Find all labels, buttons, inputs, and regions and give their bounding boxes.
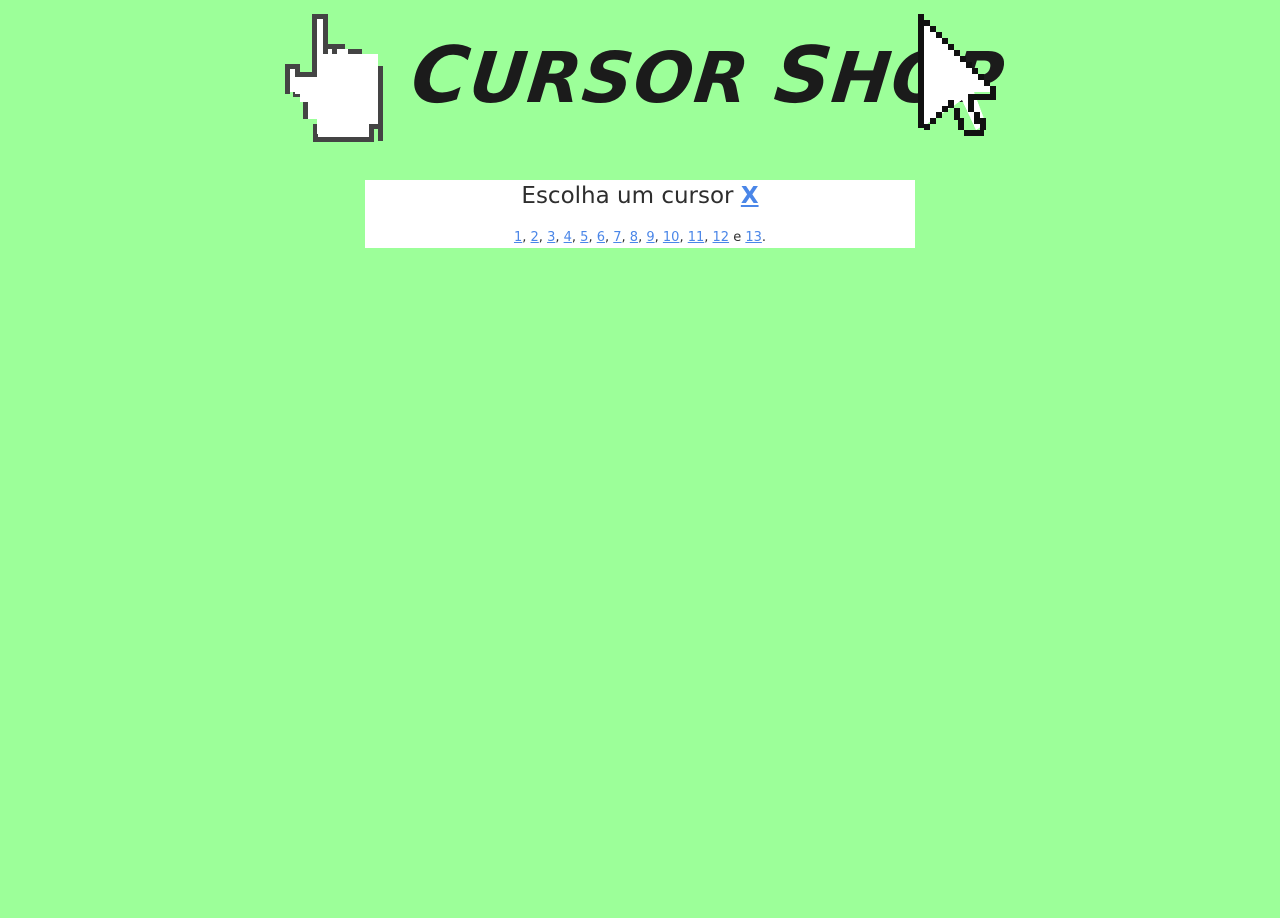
cursor-selection-panel: Escolha um cursor X 1, 2, 3, 4, 5, 6, 7,… <box>365 180 915 248</box>
end-punctuation: . <box>761 230 767 245</box>
cursor-link-1[interactable]: 1 <box>514 230 522 245</box>
cursor-link-11[interactable]: 11 <box>688 230 705 245</box>
cursor-link-13[interactable]: 13 <box>745 230 762 245</box>
cursor-link-9[interactable]: 9 <box>646 230 654 245</box>
panel-heading-text: Escolha um cursor <box>521 183 734 209</box>
arrow-pointer-icon <box>918 14 996 136</box>
panel-heading: Escolha um cursor X <box>365 180 915 210</box>
site-header: CURSOR SHOP <box>0 0 1280 150</box>
cursor-link-7[interactable]: 7 <box>613 230 621 245</box>
cursor-link-8[interactable]: 8 <box>630 230 638 245</box>
cursor-link-10[interactable]: 10 <box>663 230 680 245</box>
cursor-link-2[interactable]: 2 <box>531 230 539 245</box>
conjunction-text: e <box>733 230 742 245</box>
pointing-hand-icon <box>285 14 383 142</box>
cursor-link-3[interactable]: 3 <box>547 230 555 245</box>
site-title: CURSOR SHOP <box>407 31 1009 121</box>
cursor-links: 1, 2, 3, 4, 5, 6, 7, 8, 9, 10, 11, 12 e … <box>513 230 767 245</box>
cursor-link-5[interactable]: 5 <box>580 230 588 245</box>
cursor-link-12[interactable]: 12 <box>713 230 730 245</box>
close-link[interactable]: X <box>741 183 759 209</box>
cursor-link-4[interactable]: 4 <box>564 230 572 245</box>
cursor-link-6[interactable]: 6 <box>597 230 605 245</box>
